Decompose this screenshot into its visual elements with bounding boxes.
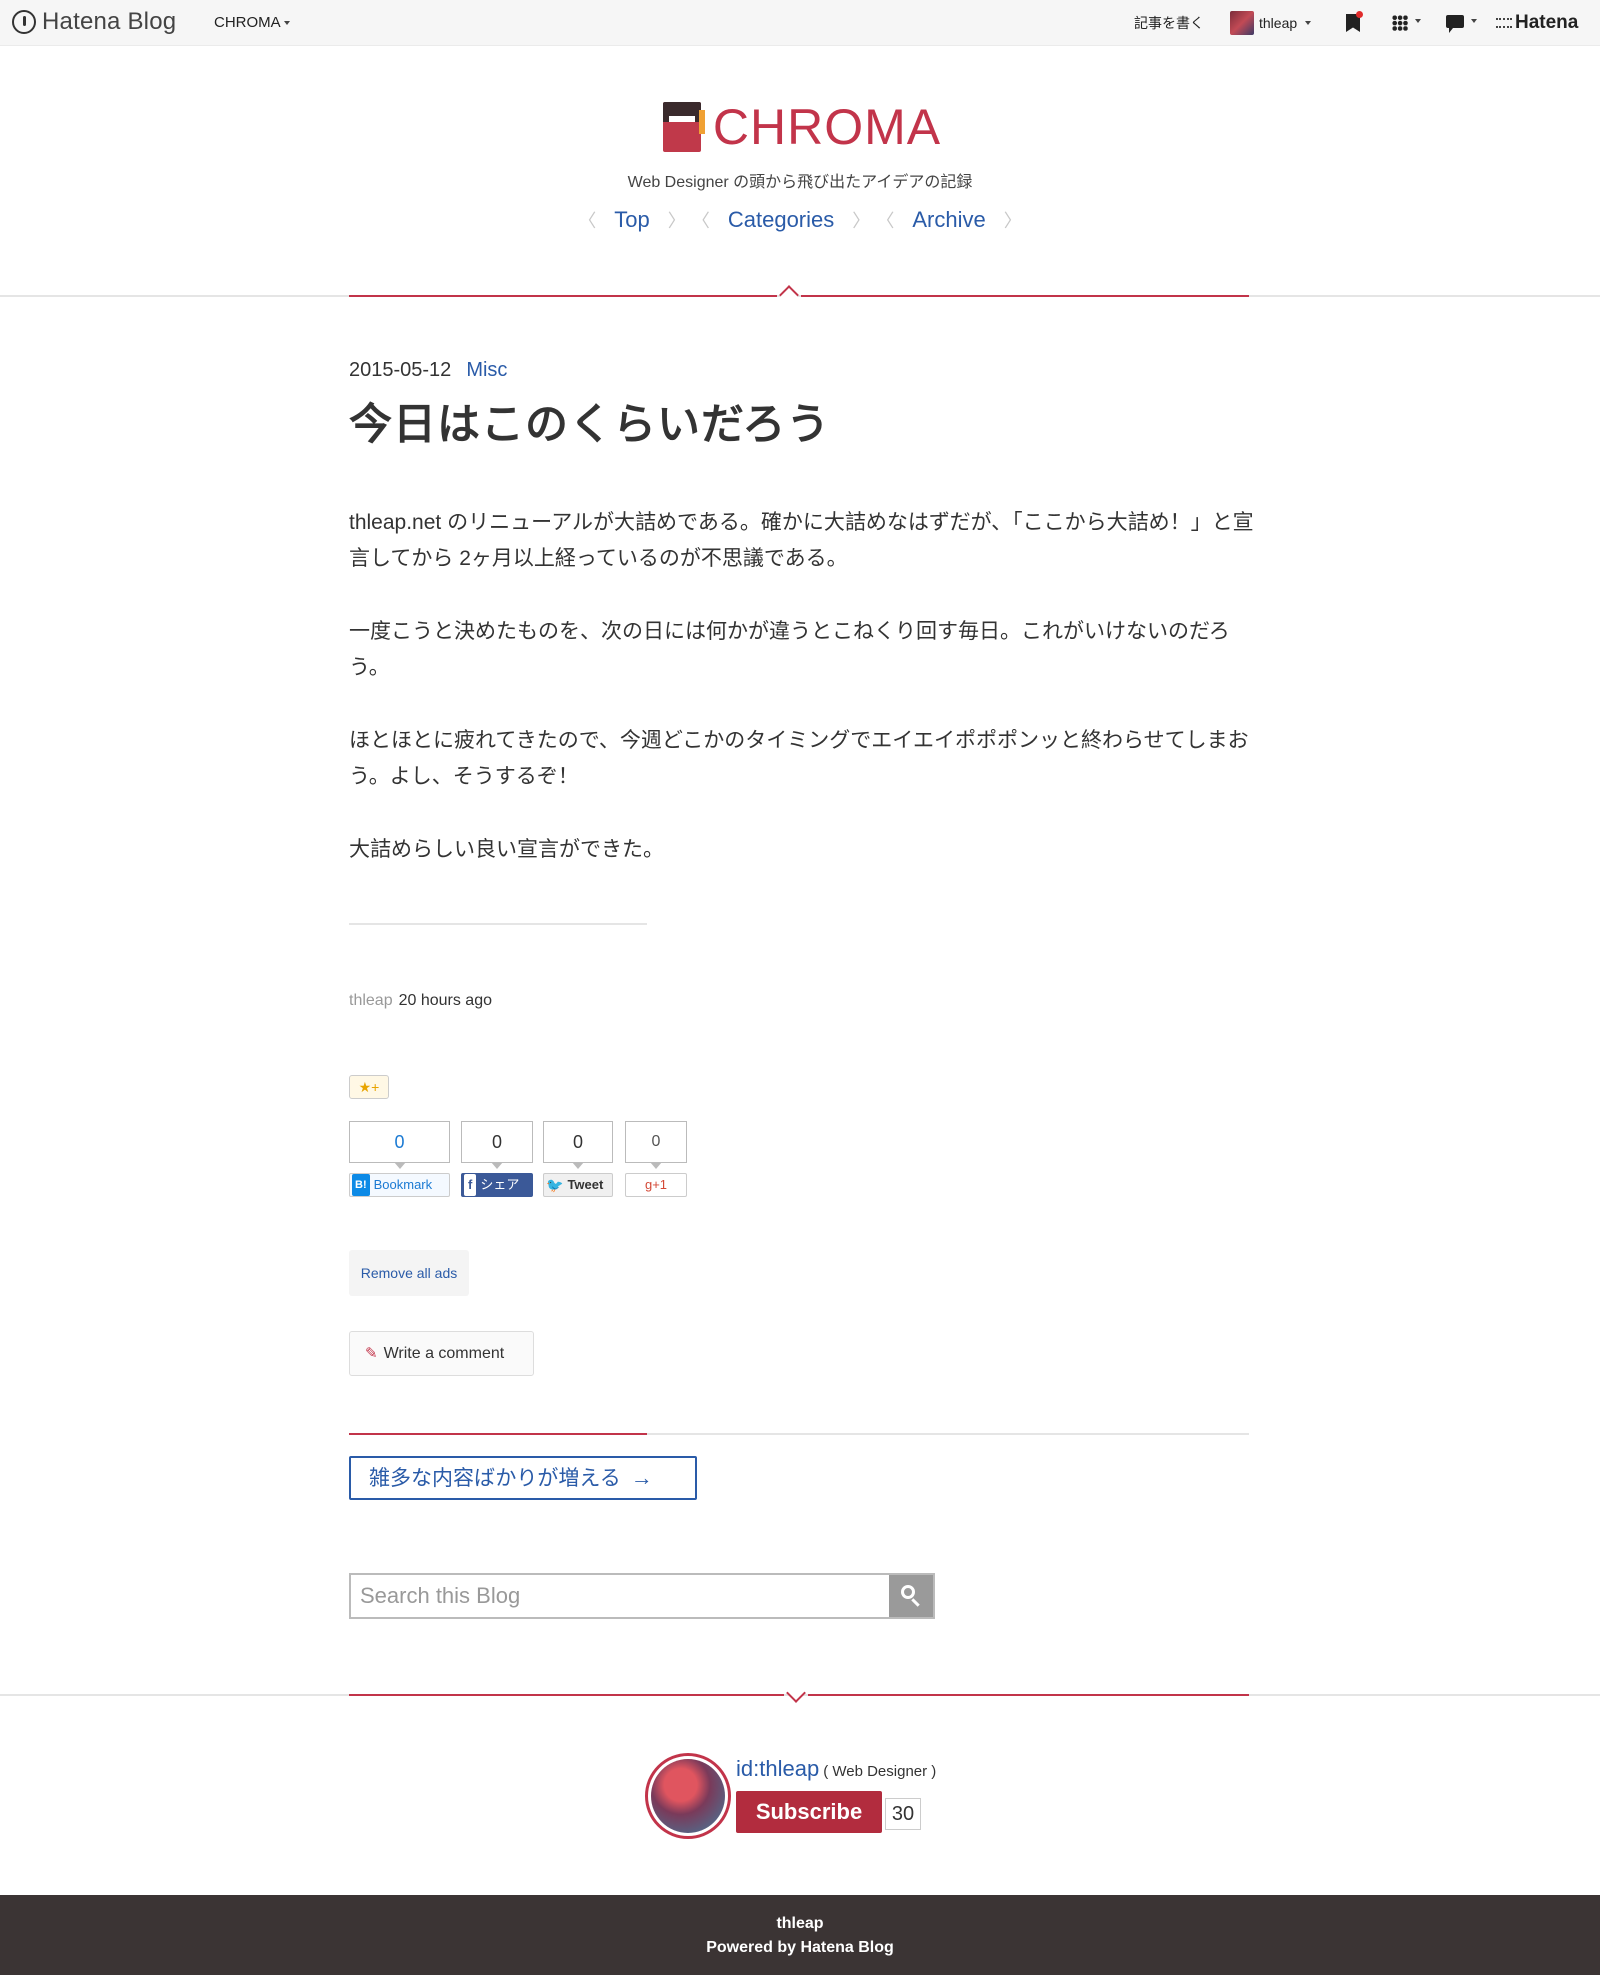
bookmark-label: Bookmark: [373, 1177, 433, 1192]
chevron-down-icon: [283, 21, 290, 26]
edit-pen-icon: ✎: [365, 1345, 378, 1362]
hatena-blog-logo[interactable]: Hatena Blog: [12, 8, 176, 36]
entry-paragraph: thleap.net のリニューアルが大詰めである。確かに大詰めなはずだが、「こ…: [349, 511, 1254, 570]
facebook-share-button[interactable]: f シェア: [461, 1173, 533, 1197]
header-accent-line-right: [801, 295, 1249, 297]
footer-accent-line-right: [808, 1694, 1249, 1696]
facebook-count[interactable]: 0: [461, 1121, 533, 1169]
bookmark-button[interactable]: B! Bookmark: [349, 1173, 450, 1197]
entry-footer-meta: thleap 20 hours ago: [349, 992, 492, 1010]
hatena-blog-logo-icon: [12, 10, 36, 34]
gplus-button[interactable]: g+1: [625, 1173, 687, 1197]
hatena-blog-logo-text: Hatena Blog: [42, 8, 177, 35]
entry-meta: 2015-05-12 Misc: [349, 359, 507, 382]
blog-title-link[interactable]: CHROMA: [659, 96, 941, 154]
chevron-down-icon: [1305, 21, 1312, 25]
remove-ads-link[interactable]: Remove all ads: [349, 1250, 469, 1296]
twitter-icon: 🐦: [546, 1177, 564, 1193]
search-button[interactable]: [889, 1575, 933, 1617]
profile-role: ( Web Designer ): [823, 1763, 937, 1780]
chevron-down-icon: [1471, 19, 1477, 23]
tweet-button[interactable]: 🐦 Tweet: [543, 1173, 613, 1197]
search-input[interactable]: [351, 1575, 889, 1617]
hatena-bookmark-share: 0 B! Bookmark: [349, 1121, 450, 1197]
blog-title: CHROMA: [712, 99, 942, 155]
gplus-label: g+1: [644, 1177, 668, 1192]
entry-paragraph: 一度こうと決めたものを、次の日には何かが違うとこねくり回す毎日。これがいけないの…: [349, 620, 1230, 679]
nav-categories[interactable]: Categories: [728, 207, 834, 232]
blog-description: Web Designer の頭から飛び出たアイデアの記録: [627, 174, 973, 191]
header-accent-line-left: [349, 295, 777, 297]
next-entry-title: 雑多な内容ばかりが増える: [369, 1467, 621, 1490]
entry-paragraph: ほとほとに疲れてきたので、今週どこかのタイミングでエイエイポポポンッと終わらせて…: [349, 729, 1249, 788]
write-comment-button[interactable]: ✎ Write a comment: [349, 1331, 534, 1376]
entry-time[interactable]: 20 hours ago: [399, 992, 492, 1009]
header-divider: [0, 295, 1600, 297]
next-entry-link[interactable]: 雑多な内容ばかりが増える →: [349, 1456, 697, 1500]
chroma-logo-icon: [659, 96, 707, 154]
global-nav: 〈 Top 〉 〈 Categories 〉 〈 Archive 〉: [578, 207, 1022, 232]
gplus-count[interactable]: 0: [625, 1121, 687, 1169]
profile-id-link[interactable]: id:thleap: [736, 1756, 819, 1781]
hatena-home-link[interactable]: Hatena: [1496, 12, 1578, 34]
apps-grid-icon[interactable]: [1392, 15, 1408, 31]
page-footer: thleap Powered by Hatena Blog: [0, 1895, 1600, 1975]
avatar: [1230, 11, 1254, 35]
user-name: thleap: [1259, 15, 1298, 31]
hatena-label: Hatena: [1515, 12, 1579, 33]
profile-id: id:thleap( Web Designer ): [736, 1756, 936, 1782]
nav-archive[interactable]: Archive: [912, 207, 985, 232]
twitter-share: 0 🐦 Tweet: [543, 1121, 613, 1197]
entry-content: thleap.net のリニューアルが大詰めである。確かに大詰めなはずだが、「こ…: [349, 505, 1254, 905]
chevron-up-icon: [779, 285, 799, 305]
entry-paragraph: 大詰めらしい良い宣言ができた。: [349, 838, 664, 861]
chevron-down-icon: [786, 1683, 806, 1703]
hatena-mark-icon: [1496, 17, 1512, 28]
blog-switcher[interactable]: CHROMA: [214, 14, 290, 31]
add-star-button[interactable]: ★+: [349, 1075, 389, 1099]
subscriber-count[interactable]: 30: [885, 1798, 921, 1830]
tweet-label: Tweet: [567, 1177, 604, 1192]
footer-blog-owner[interactable]: thleap: [0, 1895, 1600, 1933]
nav-top[interactable]: Top: [614, 207, 649, 232]
hatena-toolbar: Hatena Blog CHROMA 記事を書く thleap Hatena: [0, 0, 1600, 46]
blog-search: [349, 1573, 935, 1619]
notification-dot: [1356, 11, 1363, 18]
facebook-icon: f: [464, 1174, 477, 1196]
comment-bubble-icon[interactable]: [1446, 15, 1464, 33]
footer-powered-by[interactable]: Powered by Hatena Blog: [0, 1939, 1600, 1957]
entry-category[interactable]: Misc: [466, 359, 507, 381]
arrow-right-icon: →: [630, 1465, 653, 1490]
blog-switcher-label: CHROMA: [214, 14, 281, 31]
write-comment-label: Write a comment: [383, 1345, 505, 1362]
profile-avatar[interactable]: [645, 1753, 731, 1839]
entry-divider: [349, 923, 647, 925]
footer-accent-line-left: [349, 1694, 784, 1696]
bookmark-count[interactable]: 0: [349, 1121, 450, 1169]
subscribe-button[interactable]: Subscribe: [736, 1791, 882, 1833]
pager-accent-line: [349, 1433, 647, 1435]
tweet-count[interactable]: 0: [543, 1121, 613, 1169]
facebook-label: シェア: [480, 1177, 520, 1192]
entry-date[interactable]: 2015-05-12: [349, 359, 451, 381]
entry-author[interactable]: thleap: [349, 992, 393, 1009]
entry-title[interactable]: 今日はこのくらいだろう: [349, 390, 830, 452]
user-menu[interactable]: thleap: [1230, 11, 1312, 35]
blog-header: CHROMA: [0, 96, 1600, 159]
google-plus-share: 0 g+1: [625, 1121, 687, 1197]
facebook-share: 0 f シェア: [461, 1121, 533, 1197]
write-entry-link[interactable]: 記事を書く: [1134, 13, 1204, 33]
chevron-down-icon: [1415, 19, 1421, 23]
hatena-bookmark-icon: B!: [352, 1174, 370, 1196]
